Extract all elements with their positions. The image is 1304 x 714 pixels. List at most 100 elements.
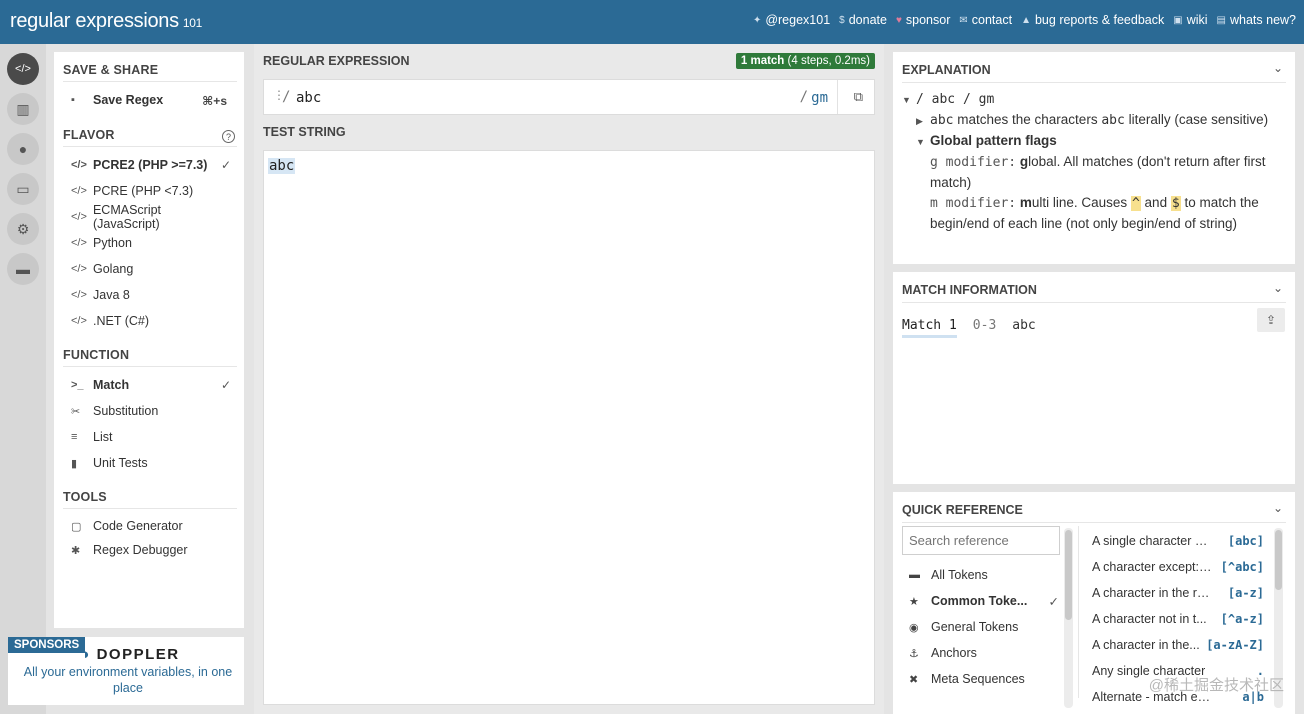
export-button[interactable]: ⇪ [1257,308,1285,332]
file-code-icon: ▢ [71,520,82,533]
regex-pattern[interactable]: abc [296,90,321,106]
warning-icon: ▲ [1021,14,1031,26]
star-icon: ★ [909,595,919,608]
flask-icon: ▮ [71,457,78,470]
function-list[interactable]: ≡ List [71,426,231,448]
reference-item[interactable]: A character except: ... [^abc] [1092,556,1264,578]
share-icon: ⇪ [1265,313,1277,327]
dollar-icon: $ [839,14,845,26]
category-meta-sequences[interactable]: ✖ Meta Sequences [909,668,1059,690]
reference-item[interactable]: A character not in t... [^a-z] [1092,608,1264,630]
header-link-sponsor[interactable]: ♥ sponsor [896,13,950,27]
function-match[interactable]: >_ Match ✓ [71,374,231,396]
code-icon: </> [15,63,31,75]
quiz-icon: ▭ [16,180,30,197]
explanation-token: abc [930,113,954,128]
rail-settings-button[interactable]: ⚙ [7,213,39,245]
match-badge: 1 match (4 steps, 0.2ms) [735,53,875,69]
top-bar: regular expressions 101 ✦ @regex101 $ donat… [0,0,1304,44]
flavor-pcre[interactable]: </> PCRE (PHP <7.3) [71,180,231,202]
categories-scrollbar[interactable] [1064,528,1073,708]
regex-flags[interactable]: gm [811,90,828,106]
code-icon: </> [71,315,87,327]
sponsor-box[interactable]: SPONSORS ◗ DOPPLER All your environment v… [8,637,244,705]
regex-input[interactable]: ⋮ / abc / gm ⧉ [263,79,875,115]
sponsor-description: All your environment variables, in one p… [23,665,233,695]
check-icon: ✓ [1048,594,1059,609]
header-link-contact[interactable]: ✉ contact [959,13,1012,27]
category-general-tokens[interactable]: ◉ General Tokens [909,616,1059,638]
header-link-whats-new[interactable]: ▤ whats new? [1217,13,1296,27]
test-string-input[interactable]: abc [263,150,875,705]
twitter-icon: ✦ [752,14,762,26]
delimiter-close: / [799,89,808,105]
match-label: Match 1 [902,318,957,338]
rail-quiz-button[interactable]: ▭ [7,173,39,205]
circle-dot-icon: ◉ [909,621,919,634]
library-icon: ▥ [16,100,30,117]
function-unit-tests[interactable]: ▮ Unit Tests [71,452,231,474]
reference-item[interactable]: A single character of: ... [abc] [1092,530,1264,552]
code-icon: </> [71,185,87,197]
rail-library-button[interactable]: ▥ [7,93,39,125]
test-string-title: TEST STRING [263,125,346,139]
rail-chat-button[interactable]: ▬ [7,253,39,285]
category-anchors[interactable]: ⚓ Anchors [909,642,1059,664]
divider [837,80,838,114]
x-circle-icon: ✖ [909,673,919,686]
match-value: abc [1012,318,1036,333]
caret-right-icon[interactable]: ▶ [916,111,930,131]
match-row[interactable]: Match 1 0-3 abc [902,318,1036,338]
tool-regex-debugger[interactable]: ✱ Regex Debugger [71,539,231,561]
code-icon: </> [71,237,87,249]
sponsors-tag: SPONSORS [8,637,86,653]
caret-down-icon[interactable]: ▼ [902,90,916,110]
rail-editor-button[interactable]: </> [7,53,39,85]
flavor-pcre2[interactable]: </> PCRE2 (PHP >=7.3) ✓ [71,154,231,176]
tool-code-generator[interactable]: ▢ Code Generator [71,515,231,537]
divider [63,508,237,509]
explanation-panel: EXPLANATION ⌄ ▼ / abc / gm ▶ abc matches t… [893,52,1295,264]
left-panel: SAVE & SHARE ▪ Save Regex ⌘+s FLAVOR ? <… [54,52,244,628]
divider [902,302,1286,303]
caret-down-icon[interactable]: ▼ [916,132,930,152]
flavor-golang[interactable]: </> Golang [71,258,231,280]
header-link-donate[interactable]: $ donate [839,13,887,27]
rail-account-button[interactable]: ● [7,133,39,165]
chevron-down-icon[interactable]: ⌄ [1273,61,1283,75]
category-common-tokens[interactable]: ★ Common Toke... ✓ [909,590,1059,612]
reference-item[interactable]: A character in the ran... [a-z] [1092,582,1264,604]
chevron-down-icon[interactable]: ⌄ [1273,281,1283,295]
flavor-python[interactable]: </> Python [71,232,231,254]
sponsor-brand: ◗ DOPPLER [82,646,180,663]
code-icon: </> [71,263,87,275]
reference-item[interactable]: A character in the... [a-zA-Z] [1092,634,1264,656]
watermark: @稀土掘金技术社区 [1148,677,1284,694]
header-links: ✦ @regex101 $ donate ♥ sponsor ✉ contact ▲ bu… [753,13,1296,27]
help-icon[interactable]: ? [222,130,235,143]
logo[interactable]: regular expressions 101 [10,10,202,33]
header-link-bug-reports[interactable]: ▲ bug reports & feedback [1021,13,1164,27]
flavor-java[interactable]: </> Java 8 [71,284,231,306]
flavor-dotnet[interactable]: </> .NET (C#) [71,310,231,332]
copy-icon[interactable]: ⧉ [854,89,863,105]
tools-heading: TOOLS [63,490,107,504]
chevron-down-icon[interactable]: ⌄ [1273,501,1283,515]
divider [63,81,237,82]
list-icon: ≡ [71,431,78,443]
reference-search-input[interactable] [902,526,1060,555]
divider [63,146,237,147]
header-link-twitter[interactable]: ✦ @regex101 [753,13,830,27]
match-info-title: MATCH INFORMATION [902,283,1037,297]
divider [63,366,237,367]
explanation-regex: / abc / gm [916,92,995,107]
mail-icon: ✉ [959,14,968,26]
user-icon: ● [18,141,28,157]
divider [902,82,1286,83]
function-substitution[interactable]: ✂ Substitution [71,400,231,422]
category-all-tokens[interactable]: ▬ All Tokens [909,564,1059,586]
editor-panel: REGULAR EXPRESSION 1 match (4 steps, 0.2… [254,44,884,714]
header-link-wiki[interactable]: ▣ wiki [1173,13,1207,27]
save-shortcut: ⌘+s [202,94,227,108]
flavor-ecmascript[interactable]: </> ECMAScript (JavaScript) [71,203,231,231]
